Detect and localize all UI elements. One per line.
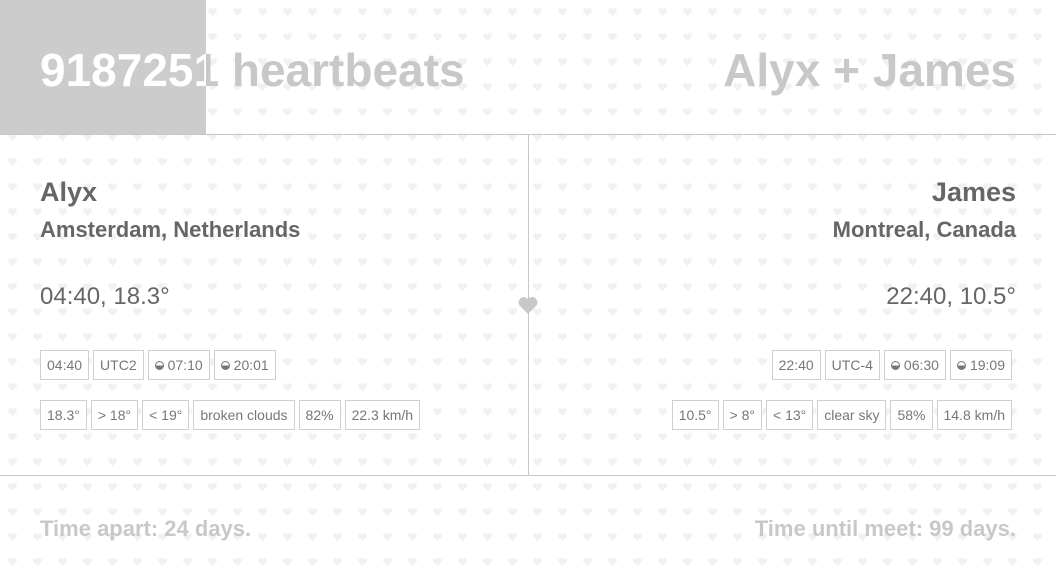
local-time-chip: 22:40 xyxy=(771,350,821,380)
chip-label: 04:40 xyxy=(47,357,83,373)
heartbeat-suffix: heartbeats xyxy=(219,44,465,96)
timezone-chip: UTC-4 xyxy=(824,350,880,380)
time-chips-row: 04:40 UTC2 07:10 20:01 xyxy=(40,350,276,380)
person-card-right: James Montreal, Canada 22:40, 10.5° 22:4… xyxy=(528,135,1016,475)
min-temp-chip: > 8° xyxy=(722,400,762,430)
sunrise-half-icon xyxy=(890,360,900,370)
person-card-left: Alyx Amsterdam, Netherlands 04:40, 18.3°… xyxy=(40,135,528,475)
temperature-chip: 18.3° xyxy=(40,400,87,430)
chip-label: 22:40 xyxy=(778,357,814,373)
chip-label: 07:10 xyxy=(167,357,203,373)
chip-label: UTC-4 xyxy=(831,357,873,373)
min-temp-chip: > 18° xyxy=(90,400,139,430)
header: 9187251 heartbeats 9187251 Alyx + James xyxy=(0,0,1056,135)
max-temp-chip: < 13° xyxy=(766,400,814,430)
wind-chip: 14.8 km/h xyxy=(936,400,1012,430)
sunrise-chip: 07:10 xyxy=(147,350,210,380)
max-temp-chip: < 19° xyxy=(142,400,190,430)
person-name: Alyx xyxy=(40,177,98,207)
chip-label: UTC2 xyxy=(100,357,137,373)
local-time-chip: 04:40 xyxy=(40,350,90,380)
chip-label: 19:09 xyxy=(969,357,1005,373)
sunset-half-icon xyxy=(220,360,230,370)
time-apart-text: Time apart: 24 days. xyxy=(40,516,252,541)
heartbeat-count-overlay: 9187251 xyxy=(40,40,206,100)
sunset-chip: 19:09 xyxy=(949,350,1012,380)
chip-label: 20:01 xyxy=(233,357,269,373)
time-chips-row: 22:40 UTC-4 06:30 19:09 xyxy=(771,350,1012,380)
humidity-chip: 82% xyxy=(298,400,341,430)
timezone-chip: UTC2 xyxy=(93,350,144,380)
weather-chips-row: 18.3° > 18° < 19° broken clouds 82% 22.3… xyxy=(40,400,421,430)
couple-title: Alyx + James xyxy=(723,44,1016,96)
person-time-temperature: 04:40, 18.3° xyxy=(40,283,170,310)
weather-chips-row: 10.5° > 8° < 13° clear sky 58% 14.8 km/h xyxy=(671,400,1012,430)
sunset-half-icon xyxy=(956,360,966,370)
person-name: James xyxy=(931,177,1016,207)
temperature-chip: 10.5° xyxy=(671,400,719,430)
sunrise-half-icon xyxy=(154,360,164,370)
person-location: Amsterdam, Netherlands xyxy=(40,217,301,242)
person-time-temperature: 22:40, 10.5° xyxy=(886,283,1016,310)
main-panel: Alyx Amsterdam, Netherlands 04:40, 18.3°… xyxy=(0,135,1056,476)
chip-label: 06:30 xyxy=(903,357,939,373)
wind-chip: 22.3 km/h xyxy=(344,400,421,430)
sunset-chip: 20:01 xyxy=(213,350,276,380)
person-location: Montreal, Canada xyxy=(832,217,1016,242)
sunrise-chip: 06:30 xyxy=(883,350,946,380)
humidity-chip: 58% xyxy=(890,400,933,430)
conditions-chip: clear sky xyxy=(817,400,887,430)
conditions-chip: broken clouds xyxy=(193,400,295,430)
heartbeat-count-overlay-text: 9187251 xyxy=(40,44,206,96)
footer: Time apart: 24 days. Time until meet: 99… xyxy=(0,476,1056,575)
time-until-meet-text: Time until meet: 99 days. xyxy=(754,516,1016,541)
